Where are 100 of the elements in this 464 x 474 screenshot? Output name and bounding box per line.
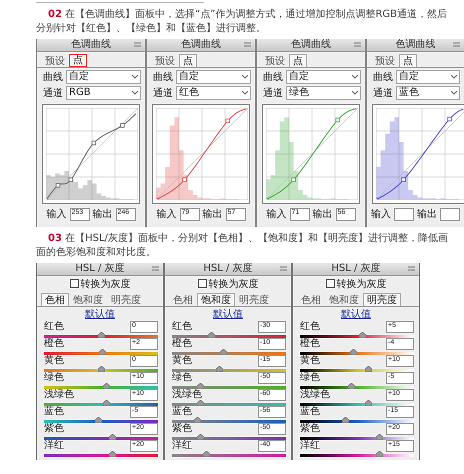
slider-thumb[interactable]: [103, 383, 110, 389]
slider-thumb[interactable]: [108, 434, 116, 440]
slider-thumb[interactable]: [348, 383, 355, 389]
slider-thumb[interactable]: [216, 366, 224, 372]
control-point[interactable]: [291, 178, 296, 182]
field-label: 通道: [153, 86, 173, 100]
default-link[interactable]: 默认值: [213, 308, 243, 321]
checkbox-label: 转换为灰度: [208, 278, 258, 290]
panel-tab[interactable]: 预设: [41, 54, 69, 67]
slider-thumb[interactable]: [98, 349, 106, 355]
control-point[interactable]: [120, 123, 125, 128]
panel-title: 色调曲线: [396, 39, 436, 51]
slider-label: 蓝色: [300, 406, 320, 417]
panel-tab[interactable]: 点: [289, 54, 307, 67]
control-point[interactable]: [266, 198, 268, 200]
panel-tab[interactable]: 色相: [41, 293, 69, 306]
checkbox[interactable]: [198, 279, 206, 288]
panel-tab[interactable]: 饱和度: [325, 293, 363, 306]
slider-thumb[interactable]: [197, 383, 204, 389]
output-field[interactable]: [440, 208, 460, 220]
input-field[interactable]: [394, 208, 414, 220]
preset-dropdown[interactable]: 自定: [66, 70, 141, 84]
panel-tab[interactable]: 点: [179, 54, 197, 67]
slider-thumb[interactable]: [359, 332, 366, 338]
panel-tab[interactable]: 预设: [371, 54, 399, 67]
menu-icon[interactable]: [354, 42, 361, 47]
menu-icon[interactable]: [244, 42, 251, 47]
slider-thumb[interactable]: [202, 451, 210, 457]
field-label: 输入: [266, 208, 286, 221]
preset-dropdown[interactable]: 自定: [176, 70, 251, 84]
control-point[interactable]: [182, 178, 187, 182]
slider-thumb[interactable]: [98, 366, 104, 372]
control-point[interactable]: [46, 198, 48, 200]
slider-label: 洋红: [44, 440, 64, 451]
slider-thumb[interactable]: [197, 400, 204, 406]
channel-dropdown[interactable]: RGB: [66, 86, 141, 100]
field-label: 曲线: [263, 70, 283, 84]
slider-thumb[interactable]: [194, 417, 201, 423]
control-point[interactable]: [226, 118, 230, 124]
slider-thumb[interactable]: [376, 451, 384, 457]
panel-tab[interactable]: 预设: [261, 54, 289, 67]
slider-thumb[interactable]: [342, 417, 350, 423]
panel-tab[interactable]: 点: [69, 54, 87, 67]
control-point[interactable]: [92, 140, 96, 146]
default-link[interactable]: 默认值: [85, 308, 115, 321]
menu-icon[interactable]: [152, 266, 159, 271]
panel-tab[interactable]: 点: [399, 54, 417, 67]
default-link[interactable]: 默认值: [341, 308, 371, 321]
panel-tab[interactable]: 饱和度: [197, 293, 235, 306]
field-label: 曲线: [43, 70, 63, 84]
menu-icon[interactable]: [408, 266, 415, 271]
slider-label: 橙色: [300, 338, 320, 349]
slider-thumb[interactable]: [108, 451, 116, 457]
slider-label: 浅绿色: [172, 389, 202, 400]
slider-thumb[interactable]: [98, 332, 104, 338]
preset-dropdown[interactable]: 自定: [396, 70, 460, 84]
slider-thumb[interactable]: [376, 434, 384, 440]
slider-thumb[interactable]: [208, 332, 216, 338]
checkbox[interactable]: [70, 279, 78, 288]
panel-tab[interactable]: 明亮度: [235, 293, 273, 306]
checkbox[interactable]: [326, 279, 334, 288]
control-point[interactable]: [56, 183, 60, 188]
slider-thumb[interactable]: [364, 366, 372, 372]
channel-dropdown[interactable]: 绿色: [286, 86, 361, 100]
slider-label: 红色: [300, 321, 320, 332]
panel-tab[interactable]: 明亮度: [363, 293, 401, 306]
slider-label: 黄色: [44, 355, 64, 366]
panel-tab[interactable]: 色相: [169, 293, 197, 306]
control-point[interactable]: [336, 118, 340, 122]
menu-icon[interactable]: [280, 266, 287, 271]
slider-thumb[interactable]: [197, 434, 204, 440]
channel-dropdown[interactable]: 蓝色: [396, 86, 460, 100]
channel-dropdown[interactable]: 红色: [176, 86, 251, 100]
panel-tab[interactable]: 预设: [151, 54, 179, 67]
field-label: 通道: [263, 86, 283, 100]
control-point[interactable]: [68, 178, 74, 182]
curves-graph[interactable]: [42, 104, 140, 204]
panel-tab[interactable]: 色相: [297, 293, 325, 306]
checkbox-label: 转换为灰度: [80, 278, 130, 290]
control-point[interactable]: [401, 178, 406, 182]
caret-icon: [451, 75, 457, 79]
control-point[interactable]: [376, 198, 378, 200]
menu-icon[interactable]: [134, 42, 141, 47]
slider-thumb[interactable]: [220, 349, 227, 355]
slider-label: 洋红: [172, 440, 192, 451]
caret-icon: [352, 91, 358, 95]
control-point[interactable]: [447, 116, 452, 122]
slider-thumb[interactable]: [364, 400, 372, 406]
menu-icon[interactable]: [453, 42, 460, 47]
slider-thumb[interactable]: [103, 400, 110, 406]
panel-tab[interactable]: 明亮度: [107, 293, 145, 306]
slider-label: 红色: [44, 321, 64, 332]
slider-thumb[interactable]: [95, 417, 102, 423]
slider-thumb[interactable]: [350, 349, 358, 355]
control-point[interactable]: [156, 198, 158, 200]
field-label: 输入: [46, 208, 66, 221]
preset-dropdown[interactable]: 自定: [286, 70, 361, 84]
panel-title: 色调曲线: [71, 39, 111, 51]
panel-tab[interactable]: 饱和度: [69, 293, 107, 306]
slider-label: 黄色: [172, 355, 192, 366]
